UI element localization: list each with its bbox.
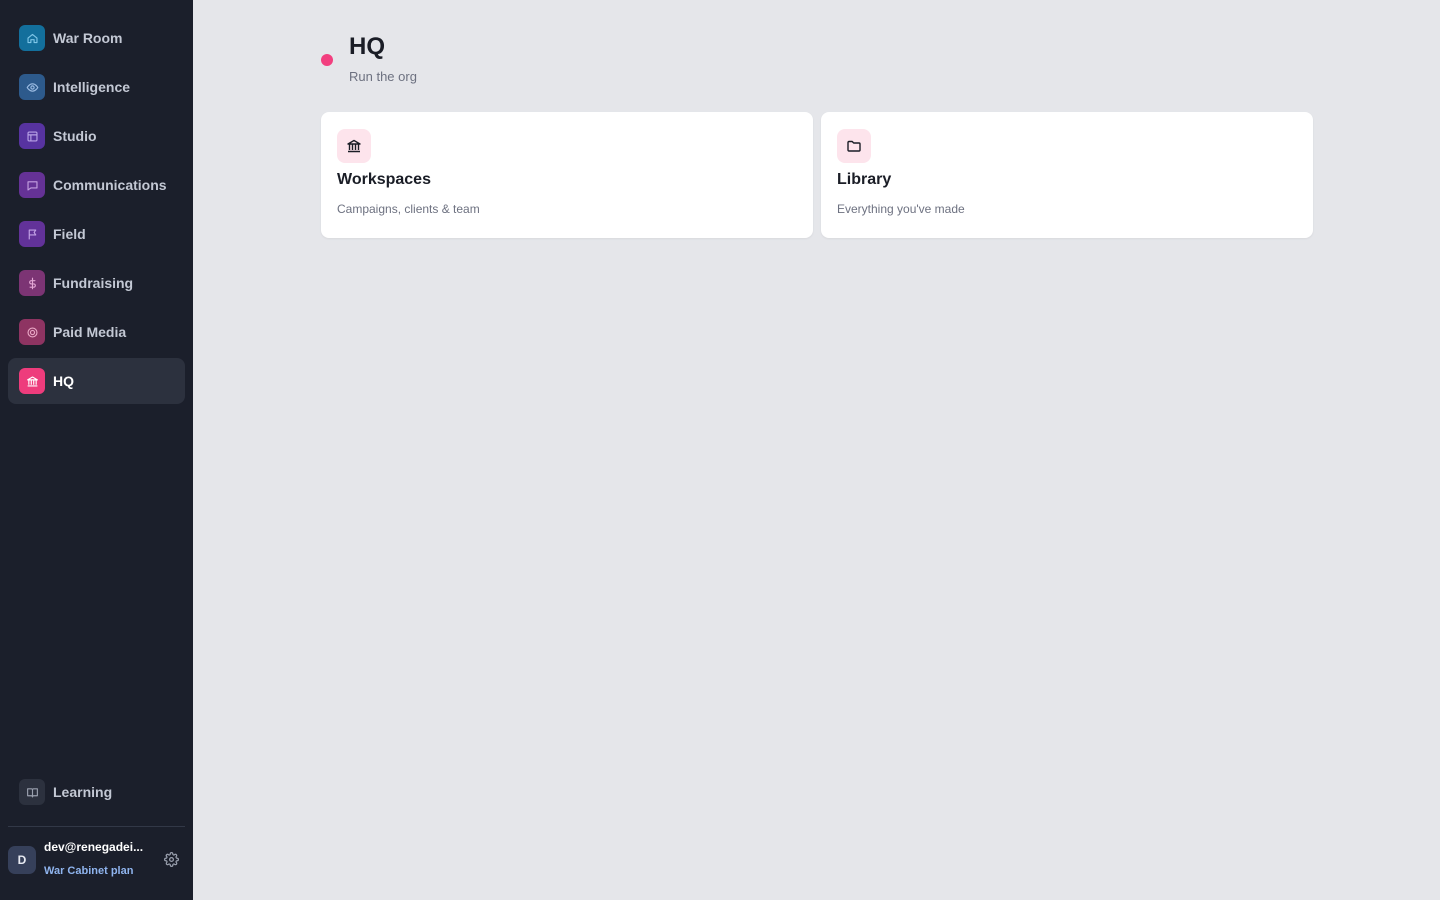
avatar[interactable]: D — [8, 846, 36, 874]
sidebar-item-label: Fundraising — [53, 275, 134, 291]
page-subtitle: Run the org — [349, 69, 417, 84]
sidebar-item-label: Intelligence — [53, 79, 131, 95]
card-title: Workspaces — [337, 171, 431, 188]
sidebar-item-learning[interactable]: Learning — [8, 769, 185, 815]
sidebar-item-intelligence[interactable]: Intelligence — [8, 64, 185, 110]
sidebar-item-war-room[interactable]: War Room — [8, 15, 185, 61]
sidebar: War Room Intelligence Studio Communicati… — [0, 0, 193, 900]
folder-icon — [837, 129, 871, 163]
card-subtitle: Campaigns, clients & team — [337, 202, 480, 216]
target-icon — [19, 319, 45, 345]
sidebar-item-label: War Room — [53, 30, 123, 46]
sidebar-item-field[interactable]: Field — [8, 211, 185, 257]
status-dot — [321, 54, 333, 66]
sidebar-learning: Learning — [8, 769, 185, 818]
gear-icon[interactable] — [164, 852, 179, 867]
page-title: HQ — [349, 33, 385, 60]
user-panel: D dev@renegadei... War Cabinet plan — [8, 836, 185, 884]
flag-icon — [19, 221, 45, 247]
bank-icon — [19, 368, 45, 394]
sidebar-item-communications[interactable]: Communications — [8, 162, 185, 208]
sidebar-item-label: HQ — [53, 373, 74, 389]
book-icon — [19, 779, 45, 805]
workspaces-card[interactable]: Workspaces Campaigns, clients & team — [321, 112, 813, 238]
sidebar-item-label: Communications — [53, 177, 167, 193]
sidebar-item-label: Paid Media — [53, 324, 127, 340]
sidebar-divider — [8, 826, 185, 827]
sidebar-item-label: Learning — [53, 784, 113, 800]
dollar-icon — [19, 270, 45, 296]
home-icon — [19, 25, 45, 51]
message-icon — [19, 172, 45, 198]
sidebar-item-label: Studio — [53, 128, 97, 144]
sidebar-item-fundraising[interactable]: Fundraising — [8, 260, 185, 306]
bank-icon — [337, 129, 371, 163]
library-card[interactable]: Library Everything you've made — [821, 112, 1313, 238]
user-plan: War Cabinet plan — [44, 865, 134, 877]
sidebar-item-studio[interactable]: Studio — [8, 113, 185, 159]
card-subtitle: Everything you've made — [837, 202, 965, 216]
eye-icon — [19, 74, 45, 100]
user-email: dev@renegadei... — [44, 840, 144, 854]
card-title: Library — [837, 171, 892, 188]
sidebar-item-label: Field — [53, 226, 86, 242]
sidebar-nav: War Room Intelligence Studio Communicati… — [8, 15, 185, 407]
layout-icon — [19, 123, 45, 149]
sidebar-item-hq[interactable]: HQ — [8, 358, 185, 404]
sidebar-item-paid-media[interactable]: Paid Media — [8, 309, 185, 355]
